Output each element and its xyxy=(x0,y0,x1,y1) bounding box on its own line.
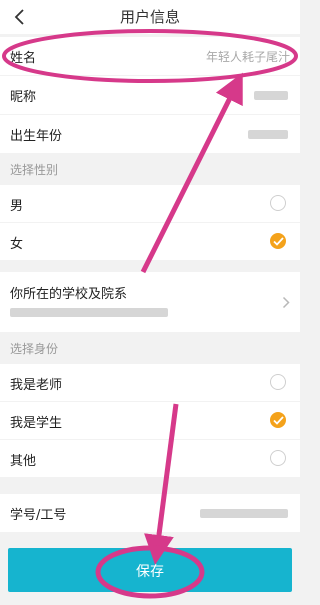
identity-section-label: 选择身份 xyxy=(10,342,59,356)
nickname-label: 昵称 xyxy=(10,90,37,105)
birth-year-row[interactable]: 出生年份 xyxy=(0,115,300,153)
gender-option-label: 女 xyxy=(10,237,24,252)
radio-checked-icon[interactable] xyxy=(270,412,286,428)
school-row[interactable]: 你所在的学校及院系 xyxy=(0,272,300,332)
gender-option-label: 男 xyxy=(10,199,24,214)
identity-option-teacher[interactable]: 我是老师 xyxy=(0,364,300,401)
nickname-value-blurred xyxy=(254,91,288,100)
name-input[interactable]: 年轻人耗子尾汁 xyxy=(206,48,290,65)
student-id-label: 学号/工号 xyxy=(10,508,67,523)
name-row[interactable]: 姓名 年轻人耗子尾汁 xyxy=(0,37,300,75)
identity-option-other[interactable]: 其他 xyxy=(0,440,300,477)
school-label: 你所在的学校及院系 xyxy=(10,287,128,302)
name-label: 姓名 xyxy=(10,51,37,66)
radio-checked-icon[interactable] xyxy=(270,233,286,249)
student-id-value-blurred xyxy=(200,509,288,518)
radio-unchecked-icon[interactable] xyxy=(270,195,286,211)
school-value-blurred xyxy=(10,308,168,317)
radio-unchecked-icon[interactable] xyxy=(270,374,286,390)
identity-option-label: 其他 xyxy=(10,454,37,469)
birth-year-label: 出生年份 xyxy=(10,129,63,144)
identity-option-student[interactable]: 我是学生 xyxy=(0,402,300,439)
save-button[interactable]: 保存 xyxy=(8,548,292,592)
app-header: 用户信息 xyxy=(0,0,300,34)
student-id-row[interactable]: 学号/工号 xyxy=(0,494,300,532)
birth-year-value-blurred xyxy=(248,130,288,139)
identity-section-header: 选择身份 xyxy=(0,332,300,364)
save-button-label: 保存 xyxy=(136,564,164,580)
gender-section-label: 选择性别 xyxy=(10,163,59,177)
nickname-row[interactable]: 昵称 xyxy=(0,76,300,114)
gender-option-male[interactable]: 男 xyxy=(0,185,300,222)
identity-option-label: 我是老师 xyxy=(10,378,63,393)
identity-option-label: 我是学生 xyxy=(10,416,63,431)
page-title: 用户信息 xyxy=(119,8,180,26)
gender-option-female[interactable]: 女 xyxy=(0,223,300,260)
radio-unchecked-icon[interactable] xyxy=(270,450,286,466)
gender-section-header: 选择性别 xyxy=(0,153,300,185)
chevron-right-icon xyxy=(282,296,290,309)
